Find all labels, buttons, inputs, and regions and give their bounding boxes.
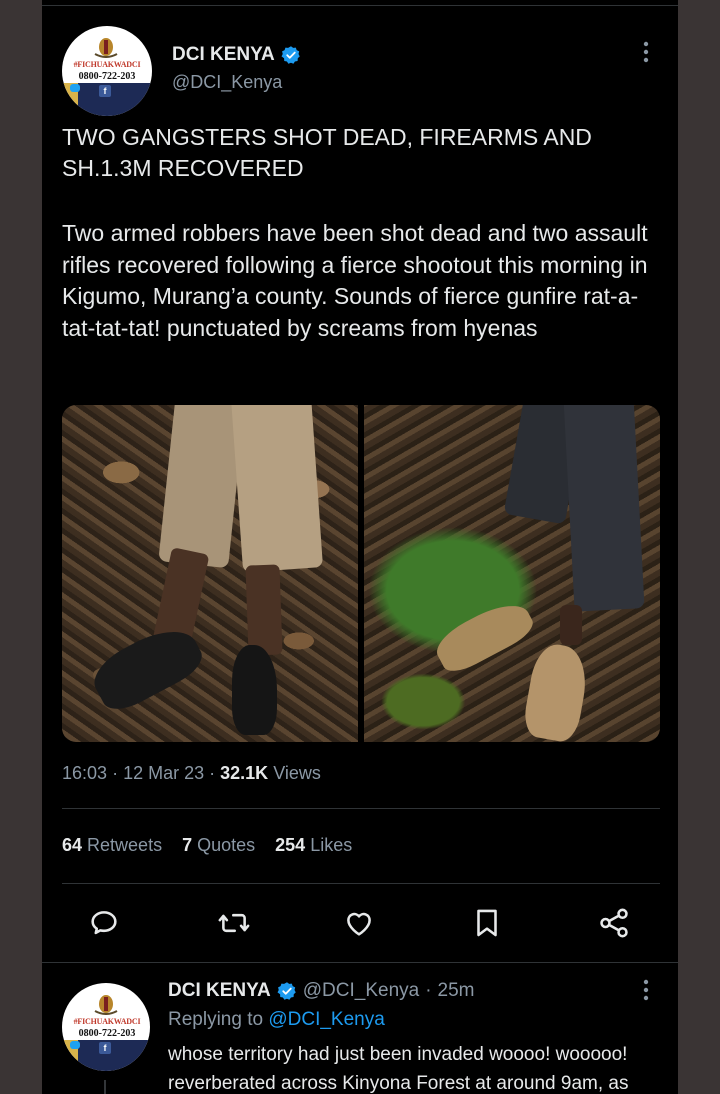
views-count: 32.1K — [220, 763, 269, 783]
reply-author-name[interactable]: DCI KENYA — [168, 980, 271, 1002]
retweets-count: 64 — [62, 835, 83, 855]
tweet-divider — [42, 962, 678, 963]
avatar-phone: 0800-722-203 — [78, 71, 136, 82]
likes-stat[interactable]: 254 Likes — [275, 835, 352, 856]
reply-author-handle[interactable]: @DCI_Kenya — [303, 980, 419, 1002]
reply-icon — [91, 911, 117, 935]
replying-to-mention[interactable]: @DCI_Kenya — [268, 1009, 384, 1030]
photo-left[interactable] — [62, 405, 358, 742]
replying-to-label: Replying to — [168, 1009, 264, 1030]
action-bar — [42, 903, 678, 947]
bookmark-button[interactable] — [467, 903, 507, 943]
top-divider — [42, 5, 678, 6]
retweets-stat[interactable]: 64 Retweets — [62, 835, 162, 856]
stats-bottom-divider — [62, 883, 660, 884]
quotes-label: Quotes — [197, 835, 256, 855]
avatar-tag: #FICHUAKWADCI — [73, 60, 141, 69]
quotes-stat[interactable]: 7 Quotes — [182, 835, 255, 856]
coat-of-arms-icon — [94, 38, 118, 58]
avatar-phone: 0800-722-203 — [78, 1028, 136, 1039]
heart-icon — [347, 912, 371, 936]
more-options-icon[interactable] — [638, 978, 654, 1002]
share-icon — [600, 908, 628, 938]
retweet-button[interactable] — [214, 903, 254, 943]
avatar-tag: #FICHUAKWADCI — [73, 1017, 141, 1026]
like-button[interactable] — [339, 903, 379, 943]
coat-of-arms-icon — [94, 995, 118, 1015]
likes-count: 254 — [275, 835, 306, 855]
views-label: Views — [273, 763, 321, 783]
facebook-logo-icon: f — [99, 1042, 111, 1054]
quotes-count: 7 — [182, 835, 193, 855]
tweet-time[interactable]: 16:03 — [62, 763, 107, 783]
reply-button[interactable] — [84, 903, 124, 943]
twitter-logo-icon — [70, 84, 80, 92]
author-name[interactable]: DCI KENYA — [172, 44, 275, 66]
verified-badge-icon — [281, 46, 300, 64]
reply-body: whose territory had just been invaded wo… — [168, 1044, 629, 1094]
engagement-stats: 64 Retweets 7 Quotes 254 Likes — [62, 835, 352, 856]
reply-author-row: DCI KENYA @DCI_Kenya · 25m — [168, 980, 475, 1002]
reply-elapsed[interactable]: 25m — [438, 980, 475, 1002]
more-options-icon[interactable] — [638, 40, 654, 64]
stats-top-divider — [62, 808, 660, 809]
tweet-meta: 16:03 · 12 Mar 23 · 32.1K Views — [62, 763, 321, 783]
bookmark-icon — [477, 909, 497, 937]
author-handle[interactable]: @DCI_Kenya — [172, 72, 301, 93]
replying-to: Replying to @DCI_Kenya — [168, 1009, 385, 1031]
reply-separator: · — [425, 980, 432, 1001]
retweets-label: Retweets — [87, 835, 163, 855]
share-button[interactable] — [594, 903, 634, 943]
facebook-logo-icon: f — [99, 85, 111, 97]
verified-badge-icon — [277, 982, 296, 1000]
reply-author-avatar[interactable]: #FICHUAKWADCI 0800-722-203 f — [62, 983, 150, 1071]
tweet-body: Two armed robbers have been shot dead an… — [62, 220, 648, 341]
tweet-date[interactable]: 12 Mar 23 — [123, 763, 204, 783]
tweet-media[interactable] — [62, 405, 660, 742]
author-avatar[interactable]: #FICHUAKWADCI 0800-722-203 f — [62, 26, 152, 116]
thread-line — [104, 1080, 106, 1094]
photo-right[interactable] — [364, 405, 660, 742]
author-block: DCI KENYA @DCI_Kenya — [172, 44, 301, 93]
twitter-logo-icon — [70, 1041, 80, 1049]
app-frame: #FICHUAKWADCI 0800-722-203 f DCI KENYA @… — [42, 0, 678, 1094]
tweet-headline: TWO GANGSTERS SHOT DEAD, FIREARMS AND SH… — [62, 124, 592, 181]
likes-label: Likes — [310, 835, 353, 855]
retweet-icon — [218, 913, 250, 933]
